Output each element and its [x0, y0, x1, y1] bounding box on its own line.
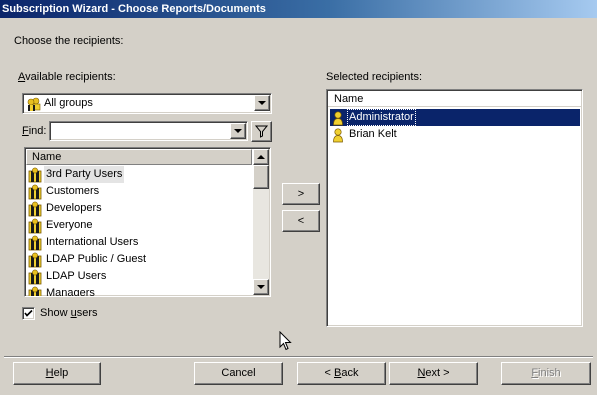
selected-items: Administrator Brian Kelt	[330, 109, 580, 143]
selected-recipients-list[interactable]: Name Administrator Brian Kelt	[326, 89, 583, 327]
group-icon	[27, 201, 43, 217]
group-select-dropdown-button[interactable]	[254, 95, 270, 111]
finish-button[interactable]: Finish	[501, 362, 591, 385]
scroll-down-button[interactable]	[253, 279, 269, 295]
list-item[interactable]: Managers	[27, 285, 253, 297]
selected-recipients-label: Selected recipients:	[326, 71, 422, 83]
list-item-label: Developers	[46, 202, 102, 214]
group-icon	[27, 235, 43, 251]
list-item[interactable]: LDAP Users	[27, 268, 253, 285]
scroll-up-button[interactable]	[253, 149, 269, 165]
filter-funnel-icon	[255, 125, 268, 138]
list-item[interactable]: Customers	[27, 183, 253, 200]
list-item-label: Administrator	[347, 109, 416, 126]
mouse-cursor-icon	[279, 331, 292, 351]
available-scrollbar[interactable]	[253, 149, 269, 295]
user-icon	[330, 127, 346, 143]
user-icon	[330, 110, 346, 126]
list-item-label: Managers	[46, 287, 95, 297]
chevron-down-icon	[257, 285, 265, 289]
find-dropdown-button[interactable]	[230, 123, 246, 139]
group-icon	[27, 218, 43, 234]
available-items: 3rd Party Users Customers Developers Everyo…	[27, 166, 253, 297]
list-item[interactable]: Developers	[27, 200, 253, 217]
list-item[interactable]: 3rd Party Users	[27, 166, 253, 183]
list-item[interactable]: International Users	[27, 234, 253, 251]
list-item-label: LDAP Users	[46, 270, 107, 282]
available-recipients-label: Available recipients:	[18, 71, 116, 83]
list-item[interactable]: LDAP Public / Guest	[27, 251, 253, 268]
window-title: Subscription Wizard - Choose Reports/Doc…	[0, 0, 597, 18]
list-item-label: International Users	[46, 236, 139, 248]
find-input[interactable]	[49, 121, 248, 141]
group-select[interactable]: All groups	[22, 93, 272, 114]
list-item-label: LDAP Public / Guest	[46, 253, 147, 265]
list-item-label: Everyone	[46, 219, 93, 231]
list-item[interactable]: Brian Kelt	[330, 126, 580, 143]
list-item[interactable]: Administrator	[330, 109, 580, 126]
cancel-button[interactable]: Cancel	[194, 362, 283, 385]
chevron-up-icon	[257, 155, 265, 159]
available-column-header-name[interactable]: Name	[26, 149, 252, 165]
instructions-text: Choose the recipients:	[14, 35, 124, 47]
group-icon	[26, 96, 42, 112]
chevron-down-icon	[234, 129, 242, 133]
scroll-thumb[interactable]	[253, 165, 269, 189]
show-users-label: Show users	[40, 307, 98, 319]
list-item[interactable]: Everyone	[27, 217, 253, 234]
selected-column-header-name[interactable]: Name	[328, 91, 581, 107]
list-item-label: Brian Kelt	[349, 128, 397, 140]
back-button[interactable]: < Back	[297, 362, 386, 385]
group-icon	[27, 167, 43, 183]
group-icon	[27, 184, 43, 200]
list-item-label: 3rd Party Users	[44, 166, 125, 183]
next-button[interactable]: Next >	[389, 362, 478, 385]
list-item-label: Customers	[46, 185, 100, 197]
find-label: Find:	[22, 125, 47, 137]
checkmark-icon	[24, 309, 33, 317]
remove-recipient-button[interactable]: <	[282, 210, 320, 232]
available-recipients-list[interactable]: Name 3rd Party Users Customers Developers E…	[24, 147, 271, 297]
chevron-down-icon	[258, 101, 266, 105]
group-icon	[27, 269, 43, 285]
group-icon	[27, 286, 43, 296]
show-users-checkbox[interactable]	[22, 307, 35, 320]
filter-button[interactable]	[251, 121, 272, 142]
group-icon	[27, 252, 43, 268]
group-select-value: All groups	[44, 97, 93, 109]
help-button[interactable]: Help	[13, 362, 101, 385]
add-recipient-button[interactable]: >	[282, 183, 320, 205]
